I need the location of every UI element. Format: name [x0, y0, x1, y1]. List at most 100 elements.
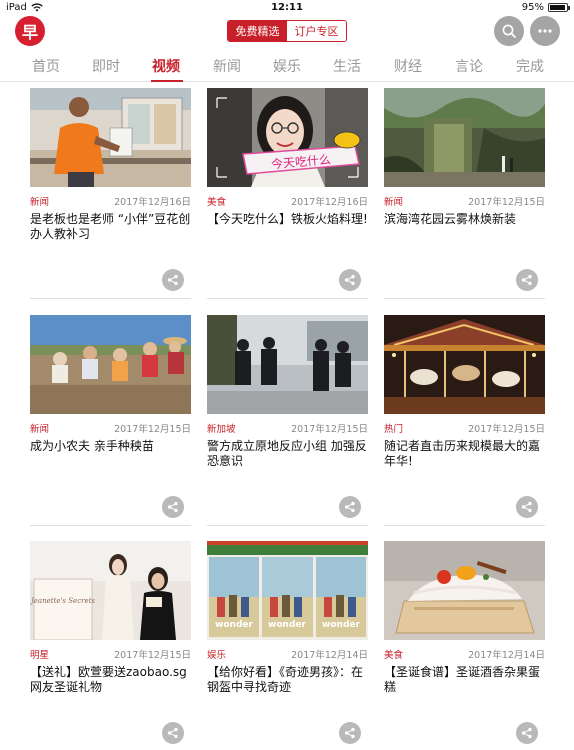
share-icon	[344, 274, 355, 286]
card-category: 新闻	[30, 197, 50, 208]
video-thumbnail[interactable]	[207, 315, 368, 414]
share-icon	[344, 727, 355, 739]
card-divider	[30, 525, 191, 526]
search-button[interactable]	[494, 16, 524, 46]
video-thumbnail[interactable]: 今天吃什么	[207, 88, 368, 187]
tab-video[interactable]: 视频	[152, 56, 180, 76]
video-card[interactable]: 新闻 2017年12月15日 滨海湾花园云雾林焕新装	[384, 88, 545, 300]
card-divider	[207, 525, 368, 526]
share-icon	[521, 727, 532, 739]
video-card[interactable]: 美食 2017年12月14日 【圣诞食谱】圣诞酒香杂果蛋糕	[384, 541, 545, 750]
card-title[interactable]: 是老板也是老师 “小伴”豆花创办人教补习	[30, 212, 191, 242]
tab-home[interactable]: 首页	[32, 56, 60, 76]
video-card[interactable]: 新闻 2017年12月16日 是老板也是老师 “小伴”豆花创办人教补习	[30, 88, 191, 300]
card-title[interactable]: 滨海湾花园云雾林焕新装	[384, 212, 545, 227]
battery-percent: 95%	[521, 2, 544, 13]
app-header: 早 免费精选 订户专区	[0, 16, 574, 50]
share-icon	[521, 501, 532, 513]
share-button[interactable]	[516, 496, 538, 518]
card-date: 2017年12月15日	[114, 650, 191, 661]
share-button[interactable]	[162, 269, 184, 291]
card-divider	[384, 525, 545, 526]
video-thumbnail[interactable]	[384, 88, 545, 187]
card-meta: 明星 2017年12月15日	[30, 647, 191, 661]
segment-free[interactable]: 免费精选	[228, 21, 287, 41]
card-title[interactable]: 【送礼】欧萱要送zaobao.sg网友圣诞礼物	[30, 665, 191, 695]
section-switch: 免费精选 订户专区	[227, 20, 347, 42]
card-date: 2017年12月16日	[114, 197, 191, 208]
thumb-sign: Jeanette's Secrets	[30, 597, 95, 605]
card-category: 美食	[384, 650, 404, 661]
segment-subscriber[interactable]: 订户专区	[287, 21, 346, 41]
poster-title: wonder	[322, 620, 360, 630]
video-thumbnail[interactable]	[384, 541, 545, 640]
card-category: 新闻	[30, 424, 50, 435]
search-icon	[502, 24, 516, 38]
active-tab-indicator	[151, 80, 183, 82]
card-date: 2017年12月15日	[468, 197, 545, 208]
video-thumbnail[interactable]	[30, 315, 191, 414]
share-icon	[167, 501, 178, 513]
video-thumbnail[interactable]	[384, 315, 545, 414]
card-category: 美食	[207, 197, 227, 208]
card-title[interactable]: 【给你好看】《奇迹男孩》：在钢盔中寻找奇迹	[207, 665, 368, 695]
video-card[interactable]: 新加坡 2017年12月15日 警方成立原地反应小组 加强反恐意识	[207, 315, 368, 527]
card-title[interactable]: 成为小农夫 亲手种秧苗	[30, 439, 191, 454]
card-meta: 新闻 2017年12月15日	[30, 421, 191, 435]
card-meta: 美食 2017年12月14日	[384, 647, 545, 661]
card-meta: 新加坡 2017年12月15日	[207, 421, 368, 435]
share-button[interactable]	[339, 722, 361, 744]
card-category: 新加坡	[207, 424, 236, 435]
status-bar: iPad 12:11 95%	[0, 0, 574, 16]
card-title[interactable]: 【圣诞食谱】圣诞酒香杂果蛋糕	[384, 665, 545, 695]
video-thumbnail[interactable]: Jeanette's Secrets	[30, 541, 191, 640]
card-divider	[384, 298, 545, 299]
card-date: 2017年12月14日	[291, 650, 368, 661]
tab-finance[interactable]: 财经	[394, 56, 422, 76]
share-button[interactable]	[339, 269, 361, 291]
category-tabs: 首页 即时 视频 新闻 娱乐 生活 财经 言论 完成	[0, 52, 574, 82]
more-icon	[538, 29, 552, 33]
tab-opinion[interactable]: 言论	[455, 56, 483, 76]
card-title[interactable]: 【今天吃什么】铁板火焰料理!	[207, 212, 368, 227]
card-meta: 娱乐 2017年12月14日	[207, 647, 368, 661]
tab-news[interactable]: 新闻	[213, 56, 241, 76]
card-category: 娱乐	[207, 650, 227, 661]
card-divider	[207, 298, 368, 299]
share-button[interactable]	[162, 496, 184, 518]
share-button[interactable]	[339, 496, 361, 518]
video-thumbnail[interactable]: wonder wonder wonder	[207, 541, 368, 640]
card-divider	[30, 298, 191, 299]
video-card[interactable]: 新闻 2017年12月15日 成为小农夫 亲手种秧苗	[30, 315, 191, 527]
card-meta: 新闻 2017年12月16日	[30, 194, 191, 208]
card-category: 明星	[30, 650, 50, 661]
share-button[interactable]	[516, 722, 538, 744]
share-button[interactable]	[516, 269, 538, 291]
status-right: 95%	[521, 2, 570, 13]
tab-life[interactable]: 生活	[333, 56, 361, 76]
card-date: 2017年12月15日	[468, 424, 545, 435]
card-date: 2017年12月15日	[291, 424, 368, 435]
card-category: 热门	[384, 424, 404, 435]
video-card[interactable]: Jeanette's Secrets 明星 2017年12月15日 【送礼】欧萱…	[30, 541, 191, 750]
card-title[interactable]: 警方成立原地反应小组 加强反恐意识	[207, 439, 368, 469]
card-category: 新闻	[384, 197, 404, 208]
tab-done[interactable]: 完成	[516, 56, 544, 76]
status-time: 12:11	[271, 2, 303, 13]
more-button[interactable]	[530, 16, 560, 46]
card-title[interactable]: 随记者直击历来规模最大的嘉年华!	[384, 439, 545, 469]
share-icon	[167, 274, 178, 286]
video-card[interactable]: 今天吃什么 美食 2017年12月16日 【今天吃什么】铁板火焰料理!	[207, 88, 368, 300]
video-card[interactable]: wonder wonder wonder 娱乐 2017年12月14日 【给你好…	[207, 541, 368, 750]
share-button[interactable]	[162, 722, 184, 744]
tab-instant[interactable]: 即时	[92, 56, 120, 76]
poster-title: wonder	[268, 620, 306, 630]
video-card[interactable]: 热门 2017年12月15日 随记者直击历来规模最大的嘉年华!	[384, 315, 545, 527]
video-thumbnail[interactable]	[30, 88, 191, 187]
app-logo[interactable]: 早	[15, 16, 45, 46]
card-meta: 热门 2017年12月15日	[384, 421, 545, 435]
tab-entertainment[interactable]: 娱乐	[273, 56, 301, 76]
share-icon	[344, 501, 355, 513]
card-meta: 美食 2017年12月16日	[207, 194, 368, 208]
card-date: 2017年12月16日	[291, 197, 368, 208]
